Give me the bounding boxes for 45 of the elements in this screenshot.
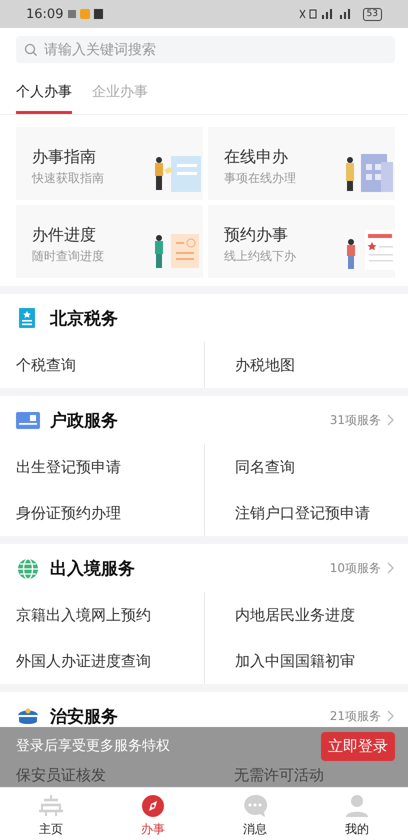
tab[interactable]: 个人办事	[16, 79, 72, 114]
service-card[interactable]: 预约办事 线上约线下办	[208, 205, 395, 278]
service-link[interactable]: 京籍出入境网上预约	[0, 606, 151, 624]
service-count-link[interactable]: 10项服务	[330, 560, 381, 576]
service-link[interactable]: 办税地图	[205, 356, 295, 374]
card-title: 预约办事	[224, 225, 289, 246]
battery-level: 53	[362, 8, 382, 20]
service-link[interactable]: 内地居民业务进度	[205, 606, 355, 624]
login-button[interactable]: 立即登录	[321, 732, 395, 761]
nav-tab[interactable]: 主页	[0, 788, 102, 840]
temple-icon	[36, 794, 66, 818]
banner-text: 登录后享受更多服务特权	[16, 737, 170, 755]
service-card[interactable]: 办件进度 随时查询进度	[16, 205, 203, 278]
card-title: 办件进度	[32, 225, 97, 246]
chevron-right-icon	[387, 710, 394, 722]
service-link[interactable]: 身份证预约办理	[0, 504, 121, 522]
service-count-link[interactable]: 31项服务	[330, 412, 381, 428]
card-subtitle: 快速获取指南	[32, 170, 104, 187]
card-title: 在线申办	[224, 147, 289, 168]
service-link[interactable]: 注销户口登记预申请	[205, 504, 370, 522]
section-title: 户政服务	[50, 410, 119, 432]
nav-tab[interactable]: 我的	[306, 788, 408, 840]
service-card[interactable]: 办事指南 快速获取指南	[16, 127, 203, 200]
service-link[interactable]: 出生登记预申请	[0, 458, 121, 476]
nav-tab[interactable]: 办事	[102, 788, 204, 840]
chevron-right-icon	[387, 414, 394, 426]
service-card[interactable]: 在线申办 事项在线办理	[208, 127, 395, 200]
section-title: 治安服务	[50, 706, 119, 728]
service-link[interactable]: 同名查询	[205, 458, 295, 476]
clock-time: 16:09	[26, 6, 64, 22]
section-title: 北京税务	[50, 308, 119, 330]
card-title: 办事指南	[32, 147, 97, 168]
service-count-link[interactable]: 21项服务	[330, 708, 381, 724]
card-subtitle: 事项在线办理	[224, 170, 296, 187]
section-title: 出入境服务	[50, 558, 136, 580]
service-link[interactable]: 外国人办证进度查询	[0, 652, 151, 670]
service-link[interactable]: 加入中国国籍初审	[205, 652, 355, 670]
card-subtitle: 随时查询进度	[32, 248, 104, 265]
card-subtitle: 线上约线下办	[224, 248, 296, 265]
service-link[interactable]: 个税查询	[0, 356, 76, 374]
chevron-right-icon	[387, 562, 394, 574]
search-field[interactable]: 请输入关键词搜索	[16, 36, 395, 63]
globe-icon	[16, 557, 40, 579]
id-card-icon	[16, 409, 40, 431]
nav-tab[interactable]: 消息	[204, 788, 306, 840]
